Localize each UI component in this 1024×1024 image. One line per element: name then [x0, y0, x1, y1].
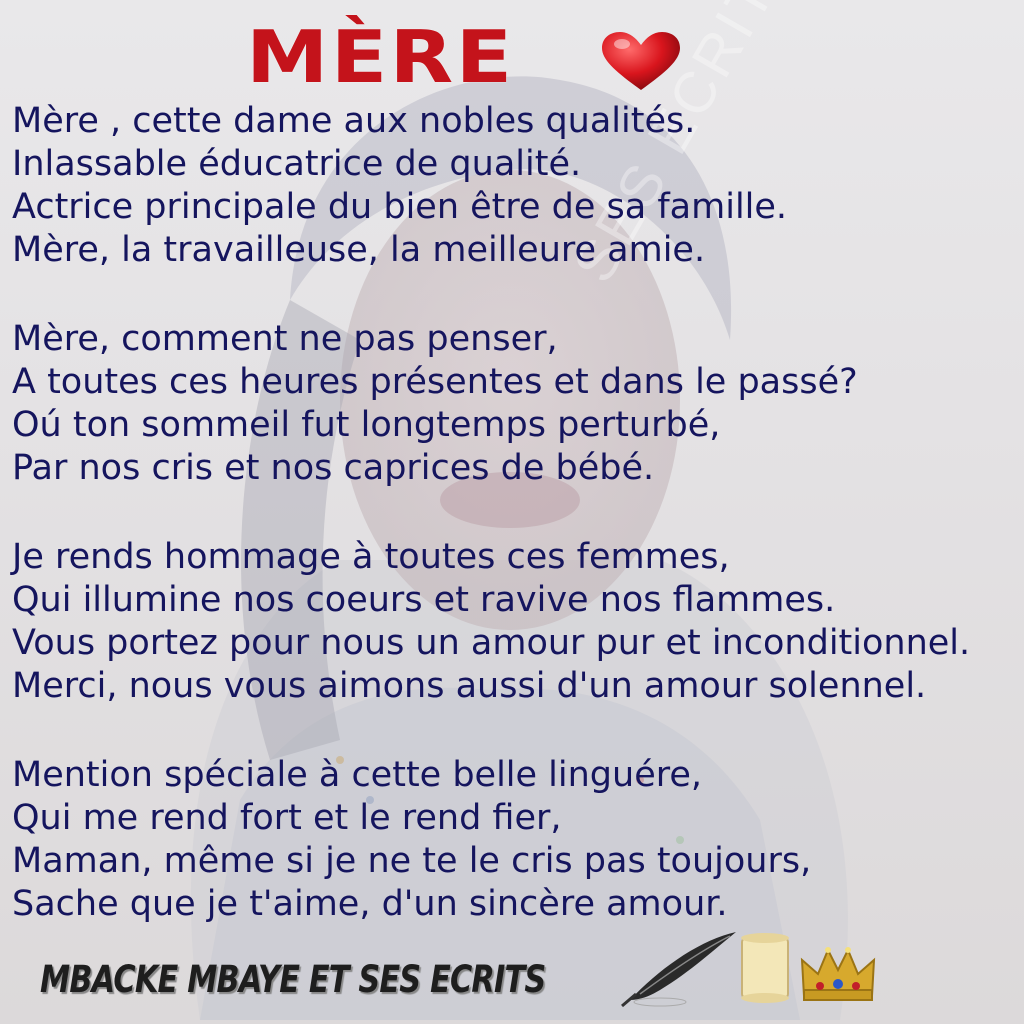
poem-line: Qui me rend fort et le rend fier, — [12, 798, 562, 838]
poem-line: Qui illumine nos coeurs et ravive nos fl… — [12, 580, 836, 620]
poem-line: Mère, la travailleuse, la meilleure amie… — [12, 230, 706, 270]
stanza: Je rends hommage à toutes ces femmes, Qu… — [12, 536, 1017, 708]
heart-icon — [602, 32, 680, 90]
poem-line: Mère, comment ne pas penser, — [12, 319, 558, 359]
poem-line: Mention spéciale à cette belle linguére, — [12, 755, 703, 795]
quill-icon — [621, 932, 736, 1008]
stanza: Mère, comment ne pas penser, A toutes ce… — [12, 318, 1017, 490]
poem: Mère , cette dame aux nobles qualités. I… — [12, 100, 1017, 972]
poem-line: Maman, même si je ne te le cris pas touj… — [12, 841, 812, 881]
poem-line: Merci, nous vous aimons aussi d'un amour… — [12, 666, 927, 706]
scroll-icon — [741, 933, 789, 1003]
poem-line: Par nos cris et nos caprices de bébé. — [12, 448, 655, 488]
poem-line: Mère , cette dame aux nobles qualités. — [12, 101, 696, 141]
poem-line: A toutes ces heures présentes et dans le… — [12, 362, 858, 402]
title-block: MÈRE — [246, 21, 512, 93]
poem-line: Je rends hommage à toutes ces femmes, — [12, 537, 730, 577]
stanza: Mention spéciale à cette belle linguére,… — [12, 754, 1017, 926]
poem-line: Oú ton sommeil fut longtemps perturbé, — [12, 405, 721, 445]
page-title: MÈRE — [246, 15, 515, 99]
author-signature: MBACKE MBAYE ET SES ECRITS — [40, 958, 546, 1001]
poem-line: Inlassable éducatrice de qualité. — [12, 144, 582, 184]
stanza: Mère , cette dame aux nobles qualités. I… — [12, 100, 1017, 272]
poem-line: Sache que je t'aime, d'un sincère amour. — [12, 884, 728, 924]
poem-line: Actrice principale du bien être de sa fa… — [12, 187, 788, 227]
crown-icon — [800, 947, 876, 1001]
poem-line: Vous portez pour nous un amour pur et in… — [12, 623, 971, 663]
